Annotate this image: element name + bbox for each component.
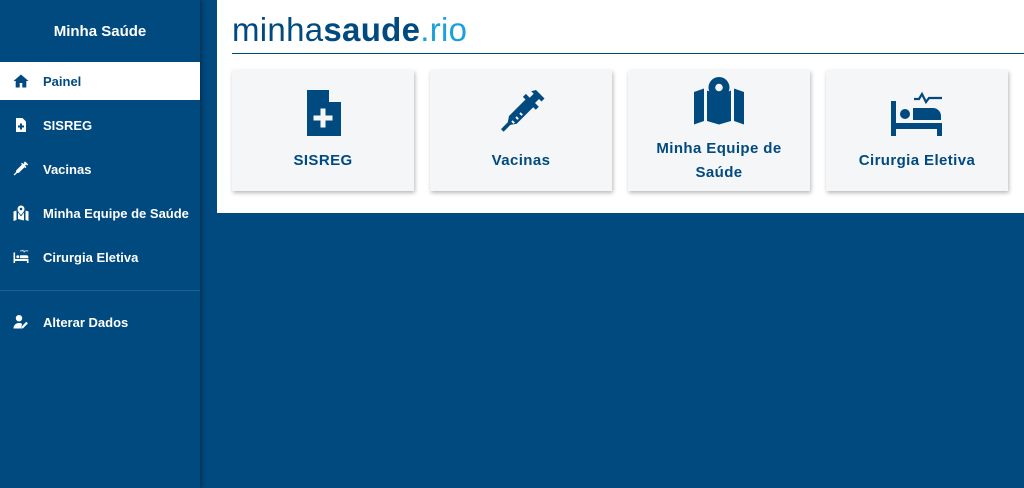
logo-part-saude: saude bbox=[323, 11, 421, 48]
sidebar-item-minha-equipe[interactable]: Minha Equipe de Saúde bbox=[0, 194, 200, 232]
card-label: SISREG bbox=[293, 151, 353, 169]
home-icon bbox=[12, 72, 30, 90]
sidebar-divider bbox=[0, 290, 200, 291]
syringe-icon bbox=[494, 89, 548, 137]
sidebar-item-label: Cirurgia Eletiva bbox=[43, 249, 139, 265]
shortcut-cards: SISREG Vacinas Minha Equipe de Saúde Cir… bbox=[232, 70, 1024, 191]
syringe-icon bbox=[12, 160, 30, 178]
map-pin-icon bbox=[692, 76, 746, 125]
sidebar-item-label: SISREG bbox=[43, 117, 93, 133]
map-pin-icon bbox=[12, 204, 30, 222]
site-logo[interactable]: minhasaude.rio bbox=[232, 10, 467, 50]
sidebar: Minha Saúde Painel SISREG Vacinas Minha … bbox=[0, 0, 200, 488]
hospital-bed-icon bbox=[12, 248, 30, 266]
card-vacinas[interactable]: Vacinas bbox=[430, 70, 612, 191]
card-sisreg[interactable]: SISREG bbox=[232, 70, 414, 191]
file-plus-icon bbox=[296, 89, 350, 137]
card-label: Minha Equipe de Saúde bbox=[656, 139, 782, 181]
card-minha-equipe[interactable]: Minha Equipe de Saúde bbox=[628, 70, 810, 191]
user-edit-icon bbox=[12, 313, 30, 331]
hospital-bed-icon bbox=[890, 89, 944, 137]
sidebar-item-label: Alterar Dados bbox=[43, 314, 129, 330]
card-cirurgia-eletiva[interactable]: Cirurgia Eletiva bbox=[826, 70, 1008, 191]
logo-part-rio: .rio bbox=[420, 11, 468, 48]
sidebar-title: Minha Saúde bbox=[53, 22, 147, 40]
sidebar-item-label: Vacinas bbox=[43, 161, 92, 177]
sidebar-item-painel[interactable]: Painel bbox=[0, 62, 200, 100]
card-label: Cirurgia Eletiva bbox=[858, 151, 976, 169]
sidebar-item-cirurgia-eletiva[interactable]: Cirurgia Eletiva bbox=[0, 238, 200, 276]
header-divider bbox=[232, 53, 1024, 54]
card-label: Vacinas bbox=[491, 151, 551, 169]
main-panel: minhasaude.rio SISREG Vacinas Minha Equi… bbox=[217, 0, 1024, 213]
sidebar-item-label: Minha Equipe de Saúde bbox=[43, 205, 189, 221]
file-plus-icon bbox=[12, 116, 30, 134]
sidebar-item-label: Painel bbox=[43, 73, 82, 89]
sidebar-item-alterar-dados[interactable]: Alterar Dados bbox=[0, 303, 200, 341]
sidebar-item-vacinas[interactable]: Vacinas bbox=[0, 150, 200, 188]
logo-part-minha: minha bbox=[232, 11, 324, 48]
sidebar-item-sisreg[interactable]: SISREG bbox=[0, 106, 200, 144]
